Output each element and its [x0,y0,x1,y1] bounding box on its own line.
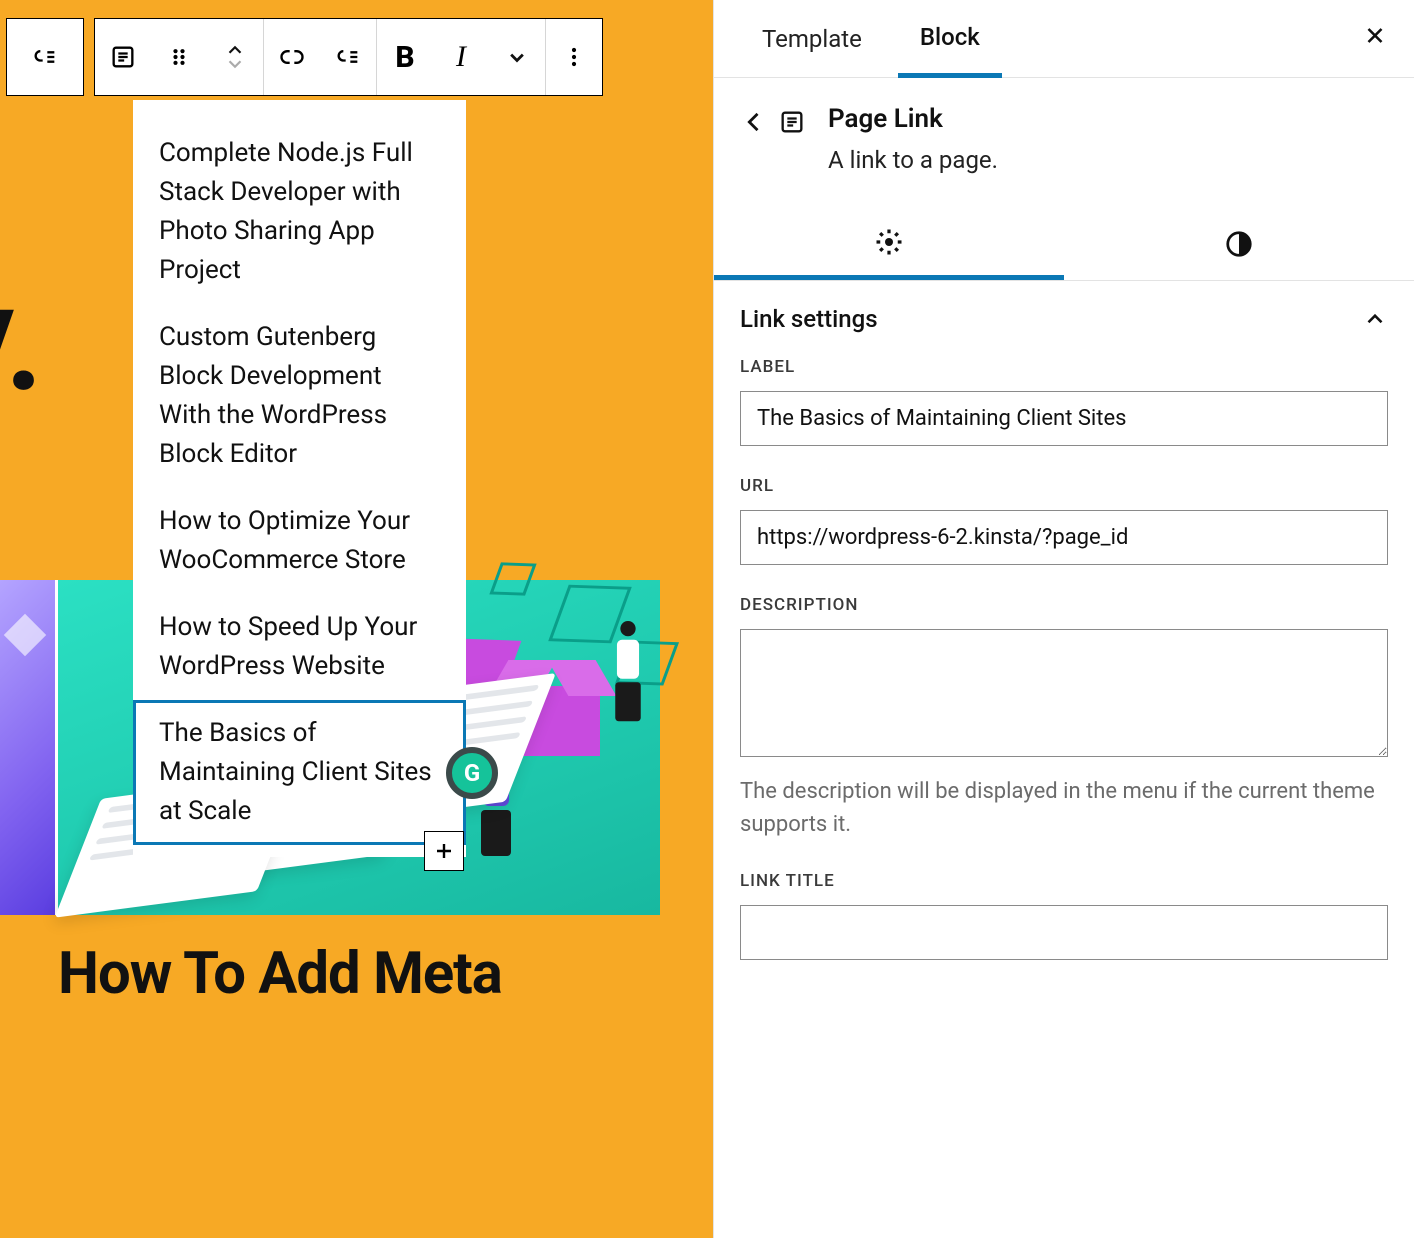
inspector-subtabs [714,208,1414,281]
submenu-item[interactable]: Complete Node.js Full Stack Developer wi… [133,120,466,304]
move-down-button[interactable] [224,57,246,71]
add-block-button[interactable] [424,831,464,871]
block-card-description: A link to a page. [828,146,998,174]
sidebar-tabs: Template Block [714,0,1414,78]
block-type-button[interactable] [95,19,151,95]
submenu-item-selected[interactable]: The Basics of Maintaining Client Sites a… [133,700,466,845]
block-card: Page Link A link to a page. [714,78,1414,208]
italic-button[interactable]: I [433,19,489,95]
gear-icon [874,227,904,257]
options-button[interactable] [546,19,602,95]
post-title[interactable]: How To Add Meta [58,940,502,1008]
subtab-styles[interactable] [1064,208,1414,280]
submenu-item[interactable]: Custom Gutenberg Block Development With … [133,304,466,488]
drag-handle-icon[interactable] [151,19,207,95]
submenu-item[interactable]: How to Optimize Your WooCommerce Store [133,488,466,594]
field-heading: LINK TITLE [740,871,1388,891]
bold-button[interactable]: B [377,19,433,95]
more-formatting-button[interactable] [489,19,545,95]
move-up-button[interactable] [224,43,246,57]
description-textarea[interactable] [740,629,1388,757]
grammarly-icon[interactable]: G [446,747,498,799]
subtab-settings[interactable] [714,208,1064,280]
block-toolbar: B I [6,18,603,96]
tab-template[interactable]: Template [740,0,884,77]
link-settings-panel: Link settings LABEL URL DESCRIPTION The … [714,281,1414,1020]
settings-sidebar: Template Block Page Link A link to a pag… [713,0,1414,1238]
field-url: URL [740,476,1388,565]
field-heading: LABEL [740,357,1388,377]
tab-block[interactable]: Block [898,1,1002,78]
toolbar-group-main: B I [94,18,603,96]
move-buttons [207,19,263,95]
url-input[interactable] [740,510,1388,565]
link-button[interactable] [264,19,320,95]
field-description: DESCRIPTION The description will be disp… [740,595,1388,841]
contrast-icon [1224,229,1254,259]
submenu-item[interactable]: How to Speed Up Your WordPress Website [133,594,466,700]
panel-title: Link settings [740,305,878,333]
editor-canvas: B I hy. Complete Node.js [0,0,713,1238]
field-heading: DESCRIPTION [740,595,1388,615]
label-input[interactable] [740,391,1388,446]
block-card-title: Page Link [828,104,998,134]
link-title-input[interactable] [740,905,1388,960]
field-heading: URL [740,476,1388,496]
select-parent-button[interactable] [17,19,73,95]
toolbar-group-parent [6,18,84,96]
chevron-up-icon [1362,306,1388,332]
description-hint: The description will be displayed in the… [740,775,1388,841]
back-button-icon[interactable] [740,108,768,136]
submenu-item-label: The Basics of Maintaining Client Sites a… [159,718,432,826]
add-submenu-button[interactable] [320,19,376,95]
page-link-icon [778,108,806,136]
navigation-submenu: Complete Node.js Full Stack Developer wi… [133,100,466,857]
close-sidebar-button[interactable] [1362,21,1388,56]
field-label: LABEL [740,357,1388,446]
panel-toggle[interactable]: Link settings [740,281,1388,357]
page-heading-fragment: hy. [0,250,43,426]
field-link-title: LINK TITLE [740,871,1388,960]
